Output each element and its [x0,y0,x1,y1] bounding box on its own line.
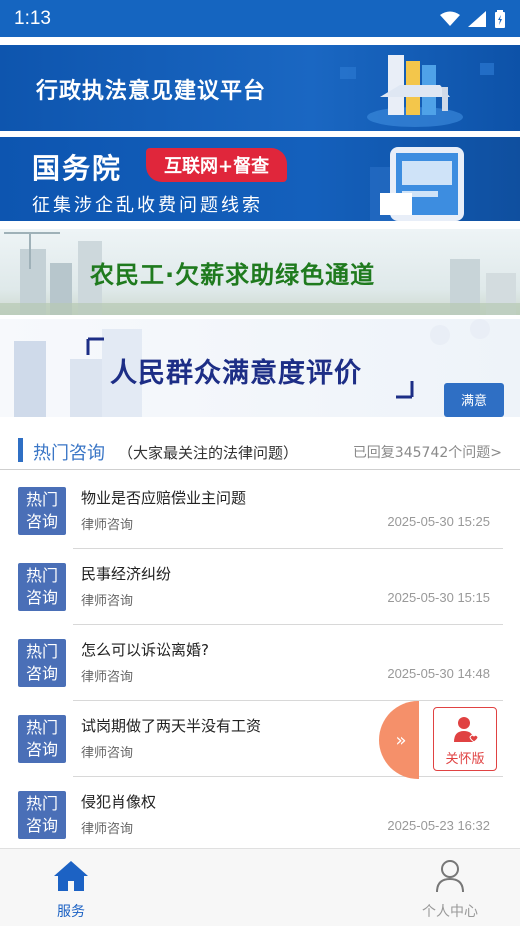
question-source: 律师咨询 [81,518,134,533]
list-item[interactable]: 热门 咨询 民事经济纠纷 律师咨询 2025-05-30 15:15 [0,549,520,625]
list-item[interactable]: 热门 咨询 侵犯肖像权 律师咨询 2025-05-23 16:32 [0,777,520,853]
status-time: 1:13 [14,7,51,29]
question-text: 民事经济纠纷 [81,565,172,583]
banner-decoration [340,55,494,127]
tab-label: 服务 [57,904,85,920]
question-text: 试岗期做了两天半没有工资 [81,717,262,735]
signal-icon [468,10,486,27]
banner-migrant-wage-channel[interactable]: 农民工·欠薪求助绿色通道 [0,229,520,315]
question-text: 物业是否应赔偿业主问题 [81,489,247,507]
care-person-icon [454,717,479,743]
hot-badge: 热门 咨询 [18,563,66,611]
home-icon [54,861,88,891]
battery-icon [495,9,505,28]
question-time: 2025-05-30 14:48 [387,666,490,681]
hot-badge: 热门 咨询 [18,487,66,535]
banner-tag: 互联网+督查 [146,148,288,182]
double-chevron-icon: » [395,729,407,751]
question-text: 侵犯肖像权 [81,793,157,811]
banner-title: 农民工·欠薪求助绿色通道 [90,261,376,289]
tab-service[interactable]: 服务 [26,859,116,921]
banner-decoration [370,147,464,221]
question-time: 2025-05-30 15:25 [387,514,490,529]
question-source: 律师咨询 [81,822,134,837]
question-source: 律师咨询 [81,594,134,609]
banner-admin-law-suggestions[interactable]: 行政执法意见建议平台 [0,45,520,131]
replied-count-link[interactable]: 已回复345742个问题> [353,442,502,462]
list-item[interactable]: 热门 咨询 怎么可以诉讼离婚? 律师咨询 2025-05-30 14:48 [0,625,520,701]
question-time: 2025-05-30 15:15 [387,590,490,605]
question-time: 2025-05-23 16:32 [387,818,490,833]
care-mode-label: 关怀版 [445,752,485,767]
section-title: 热门咨询 [33,443,105,464]
care-mode-button[interactable]: 关怀版 [433,707,497,771]
hot-badge: 热门 咨询 [18,791,66,839]
top-divider [0,37,520,45]
banner-title: 人民群众满意度评价 [110,358,362,389]
banner-state-council-supervision[interactable]: 国务院 互联网+督查 征集涉企乱收费问题线索 [0,137,520,221]
banner-title: 国务院 [32,152,123,185]
section-subtitle: （大家最关注的法律问题） [118,444,299,462]
wifi-icon [440,11,460,26]
section-accent-bar [18,438,23,462]
tab-personal-center[interactable]: 个人中心 [405,859,495,921]
person-icon [436,860,464,893]
question-source: 律师咨询 [81,670,134,685]
banner-title: 行政执法意见建议平台 [36,79,267,104]
status-icons [440,9,506,28]
question-source: 律师咨询 [81,746,134,761]
banner-public-satisfaction[interactable]: 满意 人民群众满意度评价 [0,319,520,417]
status-bar: 1:13 [0,0,520,37]
banner-subtitle: 征集涉企乱收费问题线索 [32,195,263,216]
list-item[interactable]: 热门 咨询 物业是否应赔偿业主问题 律师咨询 2025-05-30 15:25 [0,473,520,549]
hot-badge: 热门 咨询 [18,639,66,687]
bottom-tab-bar: 服务 个人中心 [0,848,520,926]
badge-text: 满意 [461,393,487,409]
consultation-list: 热门 咨询 物业是否应赔偿业主问题 律师咨询 2025-05-30 15:25 热… [0,473,520,853]
hot-consult-header: 热门咨询 （大家最关注的法律问题） 已回复345742个问题> [0,430,520,470]
tab-label: 个人中心 [422,904,478,920]
question-text: 怎么可以诉讼离婚? [81,641,209,659]
hot-badge: 热门 咨询 [18,715,66,763]
